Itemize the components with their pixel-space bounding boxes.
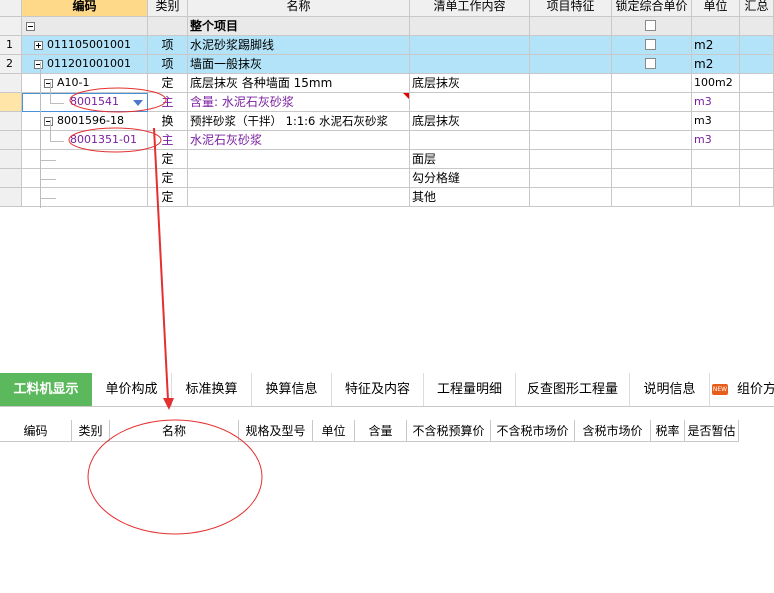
material-unit: m3: [692, 93, 740, 112]
header-type[interactable]: 类别: [148, 0, 188, 17]
tree-line: [50, 82, 51, 103]
header-work-content[interactable]: 清单工作内容: [410, 0, 530, 17]
col-type[interactable]: 类别: [72, 420, 110, 442]
tree-line: [40, 62, 41, 208]
col-spec[interactable]: 规格及型号: [239, 420, 313, 442]
header-code[interactable]: 编码: [22, 0, 148, 17]
tab-labor-material[interactable]: 工料机显示: [0, 373, 92, 406]
header-name[interactable]: 名称: [188, 0, 410, 17]
table-row-project[interactable]: 整个项目: [0, 17, 774, 36]
row-number: 2: [0, 55, 22, 74]
quota-type: 定: [148, 169, 188, 188]
replace-unit: m3: [692, 112, 740, 131]
collapse-icon[interactable]: [26, 21, 35, 31]
quota-type: 定: [148, 188, 188, 207]
tab-pricing-plan[interactable]: 组价方: [732, 373, 774, 406]
collapse-icon[interactable]: [34, 59, 43, 69]
replace-work-content: 底层抹灰: [410, 112, 530, 131]
header-summary[interactable]: 汇总: [740, 0, 774, 17]
header-lock-price[interactable]: 锁定综合单价: [612, 0, 692, 17]
table-row-replace[interactable]: 8001596-18 换 预拌砂浆（干拌） 1:1:6 水泥石灰砂浆 底层抹灰 …: [0, 112, 774, 131]
quota-work-content: 其他: [410, 188, 530, 207]
row-number: [0, 74, 22, 93]
tree-line: [50, 103, 64, 104]
col-unit[interactable]: 单位: [313, 420, 355, 442]
tab-quantity-detail[interactable]: 工程量明细: [424, 373, 516, 406]
tree-line: [40, 160, 56, 161]
item-type: 项: [148, 55, 188, 74]
collapse-icon[interactable]: [44, 116, 53, 126]
row-number: [0, 131, 22, 150]
quota-unit: 100m2: [692, 74, 740, 93]
tab-graphic-quantity[interactable]: 反查图形工程量: [516, 373, 630, 406]
col-name[interactable]: 名称: [110, 420, 239, 442]
row-number: [0, 17, 22, 36]
col-tax-rate[interactable]: 税率: [651, 420, 685, 442]
table-row-empty-quota[interactable]: 定 勾分格缝: [0, 169, 774, 188]
quota-work-content: 底层抹灰: [410, 74, 530, 93]
replace-type: 换: [148, 112, 188, 131]
replace-code: 8001596-18: [57, 114, 124, 127]
bill-grid: 编码 类别 名称 清单工作内容 项目特征 锁定综合单价 单位 汇总 整个项目 1…: [0, 0, 774, 209]
detail-tab-bar: 工料机显示 单价构成 标准换算 换算信息 特征及内容 工程量明细 反查图形工程量…: [0, 373, 774, 407]
lock-price-checkbox[interactable]: [645, 58, 656, 69]
collapse-icon[interactable]: [44, 78, 53, 88]
table-row-empty-quota[interactable]: 定 面层: [0, 150, 774, 169]
item-unit: m2: [692, 55, 740, 74]
header-feature[interactable]: 项目特征: [530, 0, 612, 17]
item-name[interactable]: 水泥砂浆踢脚线: [188, 36, 410, 55]
col-budget-price[interactable]: 不含税预算价: [407, 420, 491, 442]
item-code: 011201001001: [47, 57, 131, 70]
quota-type: 定: [148, 150, 188, 169]
header-corner: [0, 0, 22, 17]
tab-conversion-info[interactable]: 换算信息: [252, 373, 332, 406]
new-badge-icon: NEW: [712, 384, 728, 395]
item-unit: m2: [692, 36, 740, 55]
table-row-item-1[interactable]: 1 011105001001 项 水泥砂浆踢脚线 m2: [0, 36, 774, 55]
lock-price-checkbox[interactable]: [645, 39, 656, 50]
dropdown-arrow-icon[interactable]: [133, 100, 143, 106]
quota-work-content: 勾分格缝: [410, 169, 530, 188]
tab-unit-price[interactable]: 单价构成: [92, 373, 172, 406]
project-name: 整个项目: [188, 17, 410, 36]
comment-marker-icon: [403, 93, 409, 99]
material-name[interactable]: 水泥石灰砂浆: [188, 131, 410, 150]
expand-icon[interactable]: [34, 40, 43, 50]
tree-line: [50, 120, 51, 141]
replace-name[interactable]: 预拌砂浆（干拌） 1:1:6 水泥石灰砂浆: [188, 112, 410, 131]
material-unit: m3: [692, 131, 740, 150]
col-code[interactable]: 编码: [0, 420, 72, 442]
tab-features[interactable]: 特征及内容: [332, 373, 424, 406]
tree-line: [50, 141, 64, 142]
col-content[interactable]: 含量: [355, 420, 407, 442]
material-type: 主: [148, 93, 188, 112]
tree-line: [40, 198, 56, 199]
material-name[interactable]: 含量: 水泥石灰砂浆: [188, 93, 410, 112]
tab-description[interactable]: 说明信息: [630, 373, 710, 406]
table-row-empty-quota[interactable]: 定 其他: [0, 188, 774, 207]
tree-line: [40, 179, 56, 180]
row-number: [0, 93, 22, 112]
row-number: [0, 112, 22, 131]
quota-work-content: 面层: [410, 150, 530, 169]
col-provisional[interactable]: 是否暂估: [685, 420, 739, 442]
material-type: 主: [148, 131, 188, 150]
row-number: 1: [0, 36, 22, 55]
table-row-quota[interactable]: A10-1 定 底层抹灰 各种墙面 15mm 底层抹灰 100m2: [0, 74, 774, 93]
item-name[interactable]: 墙面一般抹灰: [188, 55, 410, 74]
header-unit[interactable]: 单位: [692, 0, 740, 17]
resource-grid-header: 编码 类别 名称 规格及型号 单位 含量 不含税预算价 不含税市场价 含税市场价…: [0, 420, 774, 442]
col-taxed-market-price[interactable]: 含税市场价: [575, 420, 651, 442]
table-row-item-2[interactable]: 2 011201001001 项 墙面一般抹灰 m2: [0, 55, 774, 74]
col-market-price[interactable]: 不含税市场价: [491, 420, 575, 442]
quota-type: 定: [148, 74, 188, 93]
table-row-material-2[interactable]: 8001351-01 主 水泥石灰砂浆 m3: [0, 131, 774, 150]
item-type: 项: [148, 36, 188, 55]
item-code: 011105001001: [47, 38, 131, 51]
lock-price-checkbox[interactable]: [645, 20, 656, 31]
tab-standard-conversion[interactable]: 标准换算: [172, 373, 252, 406]
quota-code: A10-1: [57, 76, 90, 89]
quota-name[interactable]: 底层抹灰 各种墙面 15mm: [188, 74, 410, 93]
